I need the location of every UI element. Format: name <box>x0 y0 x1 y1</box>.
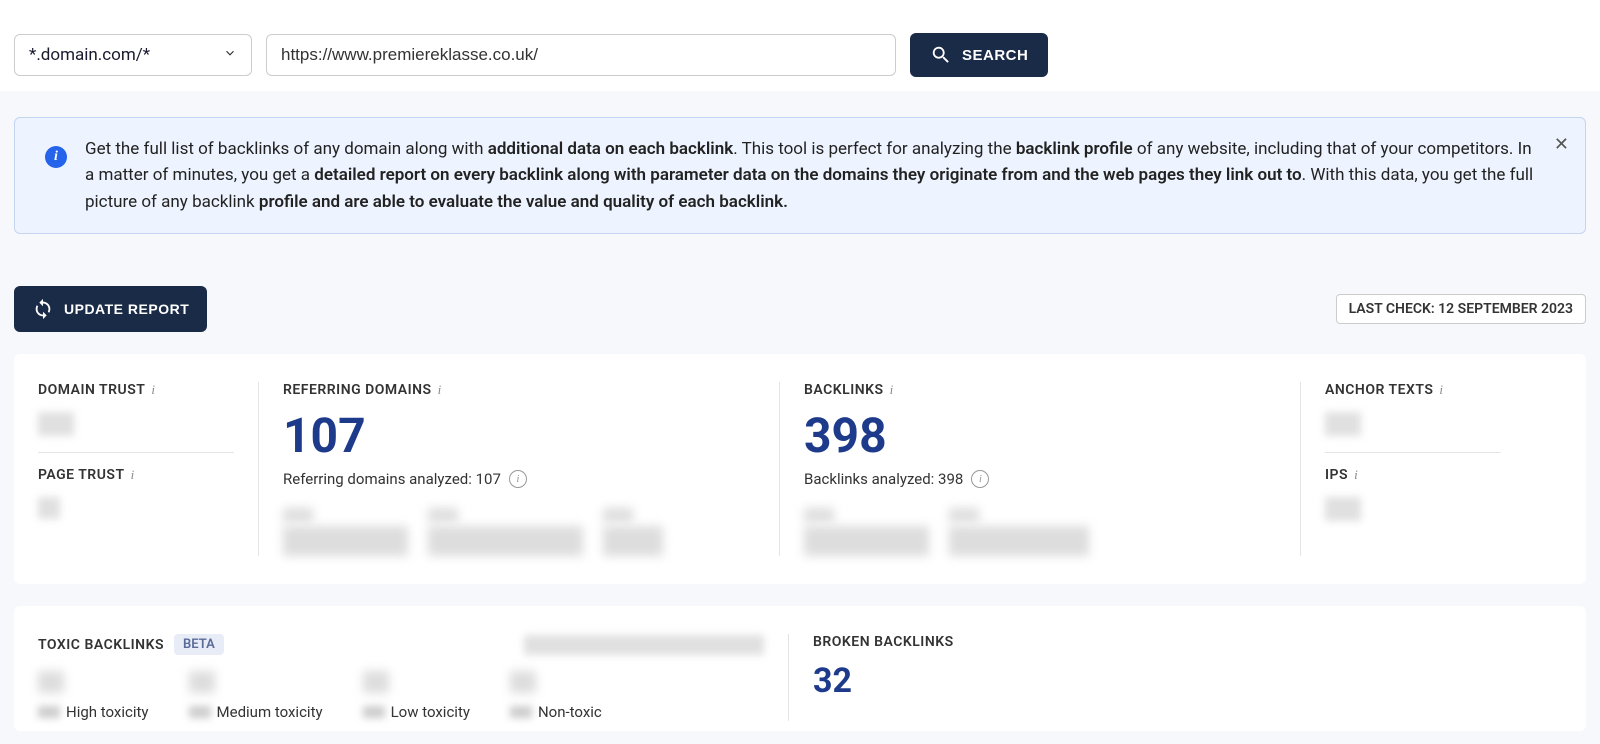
info-icon[interactable]: i <box>509 470 527 488</box>
search-button[interactable]: SEARCH <box>910 33 1048 77</box>
chevron-down-icon <box>223 45 237 65</box>
non-toxic-label: Non-toxic <box>538 703 602 721</box>
banner-text: Get the full list of backlinks of any do… <box>85 136 1537 215</box>
backlinks-label: BACKLINKS <box>804 382 884 398</box>
medium-toxicity-label: Medium toxicity <box>217 703 323 721</box>
referring-domains-value: 107 <box>283 412 755 460</box>
info-icon: i <box>45 146 67 168</box>
low-toxicity-value-blurred <box>363 671 389 693</box>
info-icon[interactable]: i <box>131 467 135 483</box>
update-report-button[interactable]: UPDATE REPORT <box>14 286 207 332</box>
info-icon[interactable]: i <box>438 382 442 398</box>
update-button-label: UPDATE REPORT <box>64 301 189 317</box>
info-icon[interactable]: i <box>1439 382 1443 398</box>
info-icon[interactable]: i <box>1354 467 1358 483</box>
info-icon[interactable]: i <box>151 382 155 398</box>
high-toxicity-label: High toxicity <box>66 703 149 721</box>
toxic-backlinks-label: TOXIC BACKLINKS <box>38 637 164 653</box>
metrics-card: DOMAIN TRUST i PAGE TRUST i REFERRING DOMA… <box>14 354 1586 584</box>
anchor-texts-label: ANCHOR TEXTS <box>1325 382 1433 398</box>
refresh-icon <box>32 298 54 320</box>
page-trust-value-blurred <box>38 497 60 519</box>
domain-trust-value-blurred <box>38 412 74 436</box>
anchor-texts-value-blurred <box>1325 412 1361 436</box>
scope-value: *.domain.com/* <box>29 45 150 65</box>
info-banner: i Get the full list of backlinks of any … <box>14 117 1586 234</box>
info-icon[interactable]: i <box>971 470 989 488</box>
broken-backlinks-value: 32 <box>813 664 1562 698</box>
ips-label: IPS <box>1325 467 1348 483</box>
close-icon[interactable]: ✕ <box>1554 134 1569 155</box>
referring-domains-subtext: Referring domains analyzed: 107 <box>283 470 501 488</box>
url-input[interactable] <box>266 34 896 76</box>
backlinks-subtext: Backlinks analyzed: 398 <box>804 470 963 488</box>
backlinks-value: 398 <box>804 412 1276 460</box>
broken-backlinks-label: BROKEN BACKLINKS <box>813 634 954 650</box>
scope-dropdown[interactable]: *.domain.com/* <box>14 34 252 76</box>
page-trust-label: PAGE TRUST <box>38 467 125 483</box>
domain-trust-label: DOMAIN TRUST <box>38 382 145 398</box>
last-check-badge: LAST CHECK: 12 SEPTEMBER 2023 <box>1336 294 1586 324</box>
referring-domains-label: REFERRING DOMAINS <box>283 382 432 398</box>
toxic-broken-card: TOXIC BACKLINKS BETA High toxicity Mediu… <box>14 606 1586 731</box>
ips-value-blurred <box>1325 497 1361 521</box>
beta-badge: BETA <box>174 634 224 655</box>
high-toxicity-value-blurred <box>38 671 64 693</box>
low-toxicity-label: Low toxicity <box>391 703 470 721</box>
non-toxic-value-blurred <box>510 671 536 693</box>
search-icon <box>930 44 952 66</box>
medium-toxicity-value-blurred <box>189 671 215 693</box>
toxic-summary-blurred <box>524 635 764 655</box>
info-icon[interactable]: i <box>890 382 894 398</box>
search-button-label: SEARCH <box>962 47 1028 64</box>
